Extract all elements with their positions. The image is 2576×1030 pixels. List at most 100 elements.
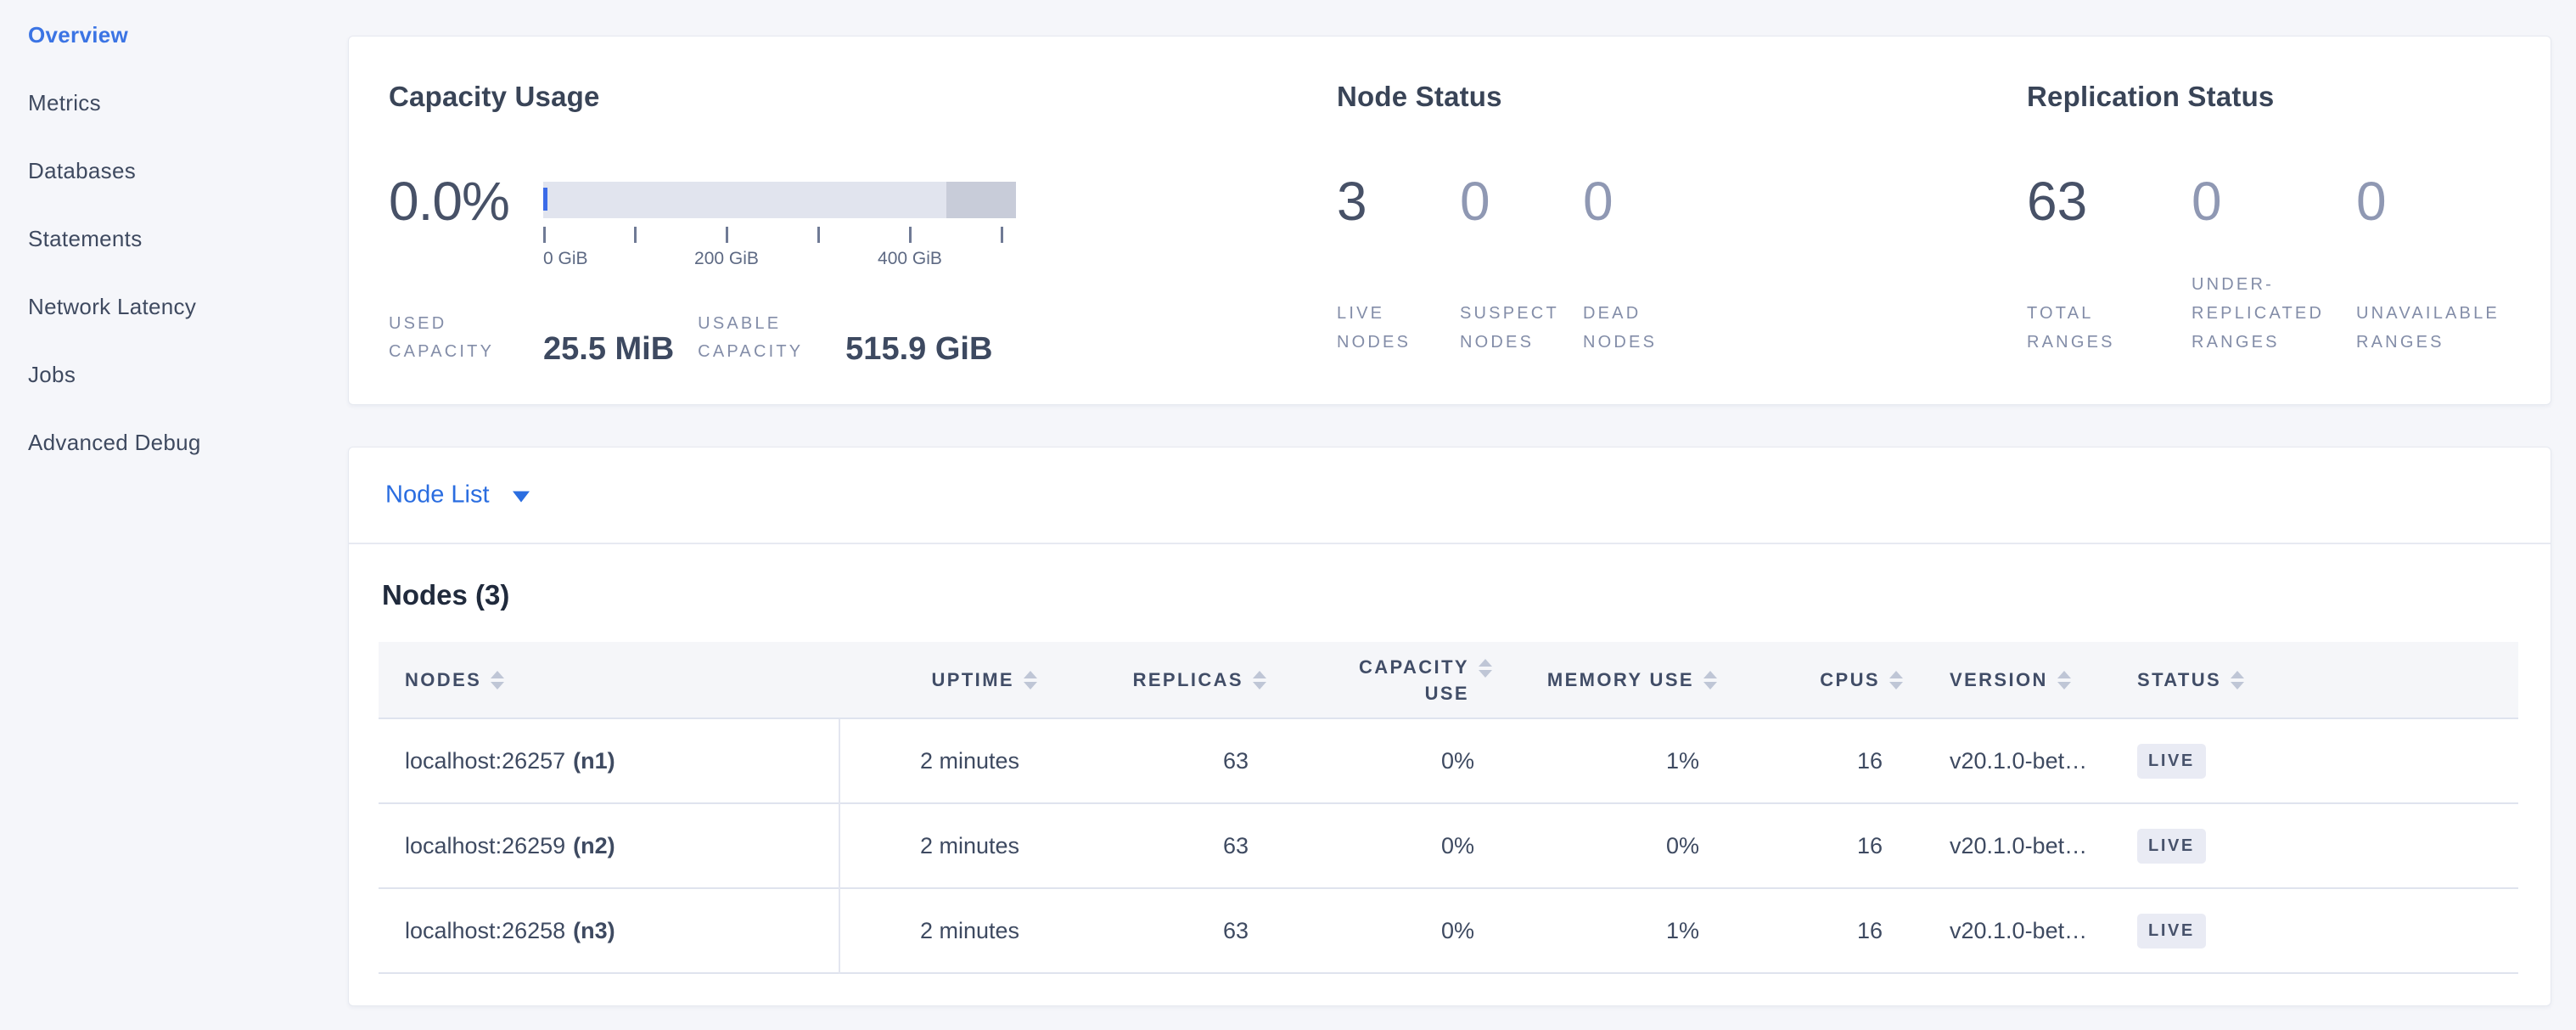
node-list-dropdown[interactable]: Node List (385, 481, 530, 509)
column-header-nodes[interactable]: NODES (379, 642, 839, 718)
sort-icon (1024, 671, 1037, 689)
sidebar-item-network-latency[interactable]: Network Latency (0, 273, 348, 341)
uptime-cell: 2 minutes (839, 889, 1042, 972)
capacity-gauge-axis-ticks (543, 227, 1016, 243)
column-header-capacity-use[interactable]: CAPACITY USE (1271, 642, 1497, 718)
capacity-usage-title: Capacity Usage (389, 81, 600, 113)
sidebar-item-statements[interactable]: Statements (0, 205, 348, 273)
capacity-usage-panel: Capacity Usage 0.0% 0 GiB 200 GiB 400 Gi… (389, 37, 1331, 404)
column-header-version[interactable]: VERSION (1908, 642, 2120, 718)
sort-icon (491, 671, 504, 689)
status-badge: LIVE (2137, 744, 2206, 779)
unavailable-ranges-count: 0 (2356, 172, 2521, 231)
axis-label-400gib: 400 GiB (878, 249, 942, 269)
sidebar-item-advanced-debug[interactable]: Advanced Debug (0, 408, 348, 476)
node-id: (n1) (573, 748, 615, 774)
unavailable-ranges-metric: 0 UNAVAILABLE RANGES (2356, 172, 2521, 357)
suspect-nodes-metric: 0 SUSPECT NODES (1460, 172, 1583, 357)
uptime-cell: 2 minutes (839, 719, 1042, 802)
table-row-node-3[interactable]: localhost:26258 (n3) 2 minutes 63 0% 1% … (379, 889, 2518, 974)
memory-use-cell: 1% (1497, 719, 1722, 802)
used-capacity-stat: USED CAPACITY 25.5 MiB (389, 310, 674, 366)
under-replicated-ranges-label: UNDER-REPLICATED RANGES (2192, 270, 2356, 357)
replicas-cell: 63 (1042, 804, 1271, 887)
node-list-header: Node List (349, 447, 2551, 544)
sidebar-item-databases[interactable]: Databases (0, 137, 348, 205)
total-ranges-label: TOTAL RANGES (2027, 299, 2192, 357)
status-badge: LIVE (2137, 829, 2206, 864)
nodes-table-header: NODES UPTIME REPLICAS CAPACITY USE MEMOR… (379, 642, 2518, 719)
sidebar-item-overview[interactable]: Overview (0, 1, 348, 69)
used-capacity-label: USED CAPACITY (389, 310, 518, 366)
column-header-cpus[interactable]: CPUS (1722, 642, 1908, 718)
capacity-gauge-used-marker (543, 188, 547, 211)
live-nodes-metric: 3 LIVE NODES (1337, 172, 1460, 357)
total-ranges-count: 63 (2027, 172, 2192, 231)
node-address[interactable]: localhost:26257 (405, 748, 565, 774)
used-capacity-value: 25.5 MiB (543, 331, 674, 368)
capacity-gauge-axis-labels: 0 GiB 200 GiB 400 GiB (543, 249, 1016, 273)
memory-use-cell: 1% (1497, 889, 1722, 972)
dead-nodes-label: DEAD NODES (1583, 299, 1706, 357)
capacity-gauge: 0 GiB 200 GiB 400 GiB (543, 182, 1016, 273)
nodes-table-title: Nodes (3) (382, 579, 509, 611)
axis-label-200gib: 200 GiB (694, 249, 759, 269)
node-id: (n2) (573, 833, 615, 859)
node-address[interactable]: localhost:26258 (405, 918, 565, 944)
total-ranges-metric: 63 TOTAL RANGES (2027, 172, 2192, 357)
sort-icon (2231, 671, 2244, 689)
chevron-down-icon (513, 492, 530, 503)
status-badge: LIVE (2137, 914, 2206, 948)
capacity-gauge-bar (543, 182, 1016, 218)
capacity-use-cell: 0% (1271, 889, 1497, 972)
cluster-summary-card: Capacity Usage 0.0% 0 GiB 200 GiB 400 Gi… (348, 36, 2551, 405)
axis-label-0gib: 0 GiB (543, 249, 588, 269)
column-header-memory-use[interactable]: MEMORY USE (1497, 642, 1722, 718)
capacity-stats: USED CAPACITY 25.5 MiB USABLE CAPACITY 5… (389, 310, 992, 366)
version-cell: v20.1.0-bet… (1908, 719, 2120, 802)
capacity-gauge-reserved-segment (946, 182, 1016, 218)
sidebar-item-jobs[interactable]: Jobs (0, 341, 348, 408)
under-replicated-ranges-metric: 0 UNDER-REPLICATED RANGES (2192, 172, 2356, 357)
suspect-nodes-count: 0 (1460, 172, 1583, 231)
sidebar-item-metrics[interactable]: Metrics (0, 69, 348, 137)
sidebar: Overview Metrics Databases Statements Ne… (0, 0, 348, 1030)
node-address[interactable]: localhost:26259 (405, 833, 565, 859)
uptime-cell: 2 minutes (839, 804, 1042, 887)
node-list-dropdown-label: Node List (385, 481, 490, 509)
version-cell: v20.1.0-bet… (1908, 804, 2120, 887)
table-column-divider (839, 719, 840, 974)
nodes-table-body: localhost:26257 (n1) 2 minutes 63 0% 1% … (379, 719, 2518, 974)
replicas-cell: 63 (1042, 719, 1271, 802)
capacity-use-cell: 0% (1271, 719, 1497, 802)
usable-capacity-label: USABLE CAPACITY (698, 310, 825, 366)
live-nodes-count: 3 (1337, 172, 1460, 231)
under-replicated-ranges-count: 0 (2192, 172, 2356, 231)
node-list-card: Node List Nodes (3) NODES UPTIME REPLICA… (348, 447, 2551, 1006)
sort-icon (1479, 659, 1492, 678)
live-nodes-label: LIVE NODES (1337, 299, 1460, 357)
memory-use-cell: 0% (1497, 804, 1722, 887)
cpus-cell: 16 (1722, 804, 1908, 887)
cpus-cell: 16 (1722, 889, 1908, 972)
capacity-use-cell: 0% (1271, 804, 1497, 887)
sort-icon (1889, 671, 1903, 689)
replication-status-title: Replication Status (2027, 81, 2274, 113)
column-header-replicas[interactable]: REPLICAS (1042, 642, 1271, 718)
node-status-title: Node Status (1337, 81, 1502, 113)
column-header-status[interactable]: STATUS (2120, 642, 2518, 718)
dead-nodes-count: 0 (1583, 172, 1706, 231)
suspect-nodes-label: SUSPECT NODES (1460, 299, 1583, 357)
table-row-node-2[interactable]: localhost:26259 (n2) 2 minutes 63 0% 0% … (379, 804, 2518, 889)
usable-capacity-stat: USABLE CAPACITY 515.9 GiB (698, 310, 992, 366)
replicas-cell: 63 (1042, 889, 1271, 972)
nodes-table-area: Nodes (3) NODES UPTIME REPLICAS CAPACITY… (379, 544, 2518, 1005)
version-cell: v20.1.0-bet… (1908, 889, 2120, 972)
unavailable-ranges-label: UNAVAILABLE RANGES (2356, 299, 2521, 357)
usable-capacity-value: 515.9 GiB (845, 331, 992, 368)
table-row-node-1[interactable]: localhost:26257 (n1) 2 minutes 63 0% 1% … (379, 719, 2518, 804)
cockroachdb-admin-overview: Overview Metrics Databases Statements Ne… (0, 0, 2576, 1030)
dead-nodes-metric: 0 DEAD NODES (1583, 172, 1706, 357)
sort-icon (1703, 671, 1717, 689)
column-header-uptime[interactable]: UPTIME (839, 642, 1042, 718)
